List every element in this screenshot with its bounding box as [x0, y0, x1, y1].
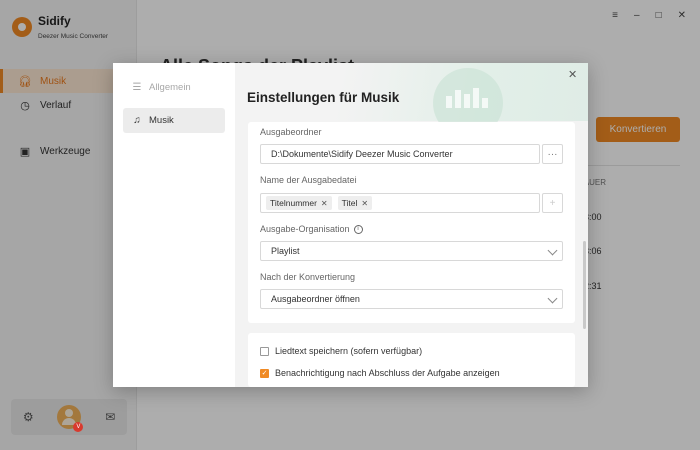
- dialog-title: Einstellungen für Musik: [247, 90, 400, 105]
- dialog-nav-label: Musik: [149, 115, 174, 126]
- sliders-icon: ☰: [132, 82, 142, 93]
- output-organization-select[interactable]: Playlist: [260, 241, 563, 261]
- settings-dialog: ☰ Allgemein ♫ Musik Einstellungen für Mu…: [113, 63, 588, 387]
- tag-label: Titelnummer: [270, 198, 317, 208]
- remove-tag-icon[interactable]: ✕: [361, 199, 368, 208]
- checkbox[interactable]: [260, 346, 269, 356]
- filename-tag: Titelnummer ✕: [266, 196, 332, 210]
- browse-folder-button[interactable]: ···: [542, 144, 563, 164]
- dialog-close-icon[interactable]: ✕: [568, 68, 577, 81]
- output-filename-field[interactable]: Titelnummer ✕ Titel ✕: [260, 193, 540, 213]
- settings-card: Ausgabeordner D:\Dokumente\Sidify Deezer…: [248, 122, 575, 323]
- music-note-icon: ♫: [133, 115, 141, 126]
- remove-tag-icon[interactable]: ✕: [321, 199, 328, 208]
- chevron-down-icon: [547, 293, 558, 304]
- option-label: Benachrichtigung nach Abschluss der Aufg…: [275, 368, 500, 378]
- after-conversion-select[interactable]: Ausgabeordner öffnen: [260, 289, 563, 309]
- select-value: Playlist: [271, 246, 300, 256]
- select-value: Ausgabeordner öffnen: [271, 294, 360, 304]
- equalizer-decoration-icon: [446, 88, 488, 108]
- dialog-nav-label: Allgemein: [149, 82, 191, 93]
- dialog-nav-allgemein[interactable]: ☰ Allgemein: [123, 75, 225, 100]
- option-show-notification[interactable]: ✓ Benachrichtigung nach Abschluss der Au…: [260, 368, 500, 378]
- after-conversion-label: Nach der Konvertierung: [260, 272, 356, 282]
- chevron-down-icon: [547, 245, 558, 256]
- output-filename-label: Name der Ausgabedatei: [260, 175, 357, 185]
- checkbox[interactable]: ✓: [260, 368, 269, 378]
- options-card: Liedtext speichern (sofern verfügbar) ✓ …: [248, 333, 575, 387]
- option-save-lyrics[interactable]: Liedtext speichern (sofern verfügbar): [260, 346, 422, 356]
- info-icon[interactable]: i: [353, 224, 363, 234]
- output-organization-label: Ausgabe-Organisation i: [260, 224, 363, 234]
- output-folder-input[interactable]: D:\Dokumente\Sidify Deezer Music Convert…: [260, 144, 540, 164]
- tag-label: Titel: [341, 198, 358, 208]
- filename-tag: Titel ✕: [337, 196, 373, 210]
- label-text: Ausgabe-Organisation: [260, 224, 350, 234]
- option-label: Liedtext speichern (sofern verfügbar): [275, 346, 423, 356]
- dialog-nav-musik[interactable]: ♫ Musik: [123, 108, 225, 133]
- output-folder-label: Ausgabeordner: [260, 127, 322, 137]
- dialog-sidebar: ☰ Allgemein ♫ Musik: [113, 63, 235, 387]
- add-tag-button[interactable]: +: [542, 193, 563, 213]
- scrollbar[interactable]: [583, 241, 586, 329]
